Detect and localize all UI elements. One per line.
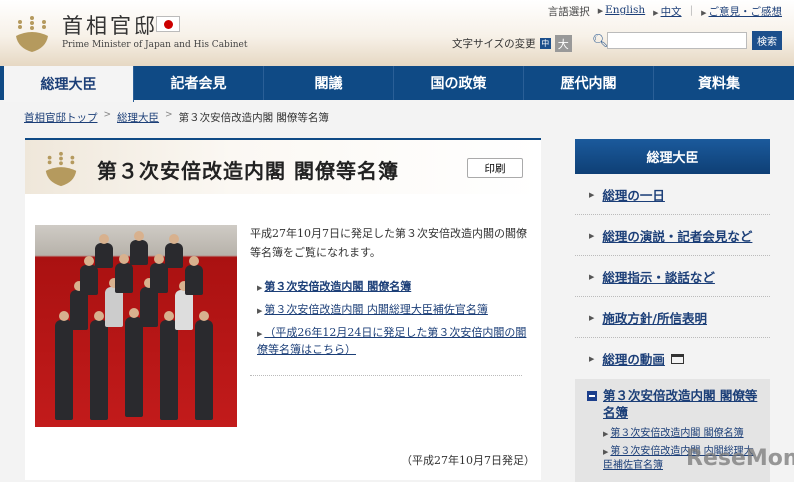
breadcrumb-separator: > <box>165 110 173 120</box>
ministers-list-link[interactable]: 第３次安倍改造内閣 閣僚名簿 <box>264 280 411 293</box>
chinese-link[interactable]: 中文 <box>661 6 682 18</box>
site-title[interactable]: 首相官邸 <box>62 10 158 40</box>
collapse-icon[interactable] <box>587 391 597 401</box>
advisers-list-link[interactable]: 第３次安倍改造内閣 内閣総理大臣補佐官名簿 <box>264 303 488 316</box>
search-button[interactable]: 検索 <box>752 31 782 50</box>
new-window-icon <box>670 353 684 364</box>
font-size-control: 文字サイズの変更 中 大 <box>452 35 572 52</box>
sidebar-item-speeches[interactable]: 総理の演説・記者会見など <box>602 226 752 245</box>
sidebar: 総理大臣 ▶ 総理の一日 ▶ 総理の演説・記者会見など ▶ 総理指示・談話など ▶ 施政… <box>575 139 770 482</box>
roster-links: ▶ 第３次安倍改造内閣 閣僚名簿 ▶ 第３次安倍改造内閣 内閣総理大臣補佐官名簿 ▶… <box>257 280 527 356</box>
page-title: 第３次安倍改造内閣 閣僚等名簿 <box>97 159 399 183</box>
paulownia-emblem-icon <box>45 151 77 187</box>
nav-cabinet-meeting[interactable]: 閣議 <box>264 66 394 100</box>
breadcrumb-current: 第３次安倍改造内閣 閣僚等名簿 <box>178 112 329 124</box>
title-bar: 第３次安倍改造内閣 閣僚等名簿 印刷 <box>25 138 541 194</box>
japan-flag-icon <box>156 16 180 32</box>
nav-policies[interactable]: 国の政策 <box>394 66 524 100</box>
sidebar-item-daily[interactable]: 総理の一日 <box>602 185 665 204</box>
sidebar-item-videos[interactable]: 総理の動画 <box>602 349 665 368</box>
main-content: 第３次安倍改造内閣 閣僚等名簿 印刷 平成27年10月7日に発足した第３次安倍改… <box>25 138 541 480</box>
print-button[interactable]: 印刷 <box>467 158 523 178</box>
language-label: 言語選択 <box>547 6 590 18</box>
nav-past-cabinets[interactable]: 歴代内閣 <box>524 66 654 100</box>
site-header: 首相官邸 Prime Minister of Japan and His Cab… <box>0 0 794 66</box>
resemom-watermark: ReseMom <box>686 446 794 471</box>
nav-prime-minister[interactable]: 総理大臣 <box>4 66 134 102</box>
sidebar-heading: 総理大臣 <box>575 139 770 174</box>
feedback-link[interactable]: ご意見・ご感想 <box>709 6 783 18</box>
paulownia-emblem-icon <box>16 16 48 52</box>
inauguration-date: （平成27年10月7日発足） <box>401 454 535 467</box>
divider <box>250 375 522 376</box>
sidebar-item-policy-speech[interactable]: 施政方針/所信表明 <box>602 308 707 327</box>
main-nav: 総理大臣 記者会見 閣議 国の政策 歴代内閣 資料集 <box>0 66 794 102</box>
site-subtitle: Prime Minister of Japan and His Cabinet <box>62 40 248 50</box>
breadcrumb-prime-minister[interactable]: 総理大臣 <box>117 110 159 125</box>
nav-press-conference[interactable]: 記者会見 <box>134 66 264 100</box>
font-size-medium-button[interactable]: 中 <box>539 38 551 49</box>
previous-cabinet-link[interactable]: （平成26年12月24日に発足した第３次安倍内閣の閣僚等名簿はこちら） <box>257 326 526 356</box>
font-size-large-button[interactable]: 大 <box>554 35 572 52</box>
sidebar-item-roster[interactable]: 第３次安倍改造内閣 閣僚等名簿 <box>603 387 760 421</box>
font-size-label: 文字サイズの変更 <box>452 38 536 50</box>
top-links: 言語選択 ▶ English ▶ 中文 | ▶ ご意見・ご感想 <box>547 4 783 18</box>
search-input[interactable] <box>607 32 747 49</box>
english-link[interactable]: English <box>605 4 645 16</box>
breadcrumb-separator: > <box>103 110 112 120</box>
nav-documents[interactable]: 資料集 <box>654 66 784 100</box>
breadcrumb: 首相官邸トップ > 総理大臣 > 第３次安倍改造内閣 閣僚等名簿 <box>24 110 329 125</box>
breadcrumb-top[interactable]: 首相官邸トップ <box>24 110 98 125</box>
sidebar-sub-ministers[interactable]: 第３次安倍改造内閣 閣僚名簿 <box>610 428 743 439</box>
cabinet-photo <box>35 225 237 427</box>
sidebar-item-statements[interactable]: 総理指示・談話など <box>602 267 715 286</box>
intro-text: 平成27年10月7日に発足した第３次安倍改造内閣の閣僚等名簿をご覧になれます。 <box>250 227 527 259</box>
